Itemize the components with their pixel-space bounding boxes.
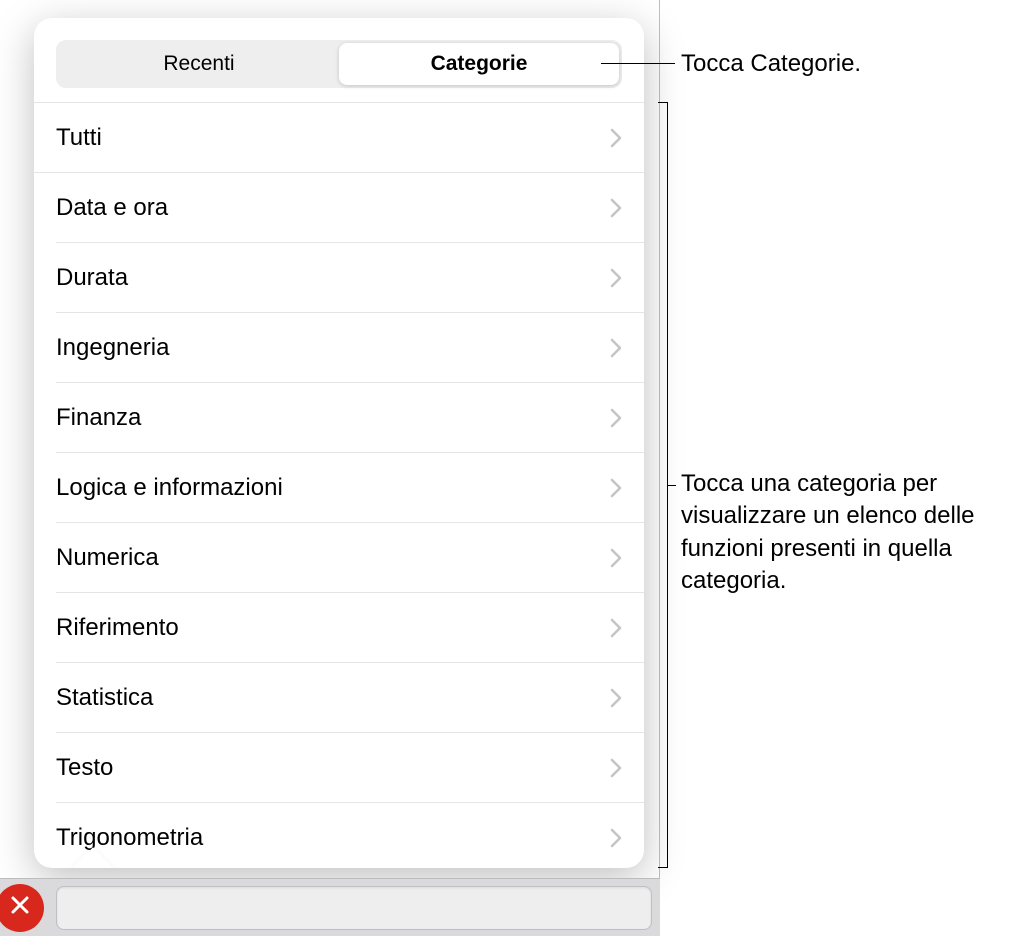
list-item[interactable]: Ingegneria [56,313,644,383]
tab-categories-label: Categorie [431,52,528,76]
app-window: Recenti Categorie Tutti Data e ora [0,0,660,936]
list-item-label: Logica e informazioni [56,474,283,502]
list-item[interactable]: Riferimento [56,593,644,663]
tab-categories[interactable]: Categorie [339,43,619,85]
chevron-right-icon [610,268,622,288]
chevron-right-icon [610,548,622,568]
list-item-label: Numerica [56,544,159,572]
list-item[interactable]: Statistica [56,663,644,733]
list-item[interactable]: Tutti [34,103,644,173]
list-item[interactable]: Data e ora [56,173,644,243]
chevron-right-icon [610,618,622,638]
formula-bar [0,878,660,936]
tab-recent-label: Recenti [163,52,234,76]
formula-input[interactable] [56,886,652,930]
chevron-right-icon [610,338,622,358]
callout-tap-category-list: Tocca una categoria per visualizzare un … [681,468,1001,598]
list-item[interactable]: Testo [56,733,644,803]
callout-tap-categories: Tocca Categorie. [681,48,861,80]
list-item-label: Riferimento [56,614,179,642]
close-icon [9,894,31,921]
list-item-label: Data e ora [56,194,168,222]
list-item-label: Trigonometria [56,824,203,852]
chevron-right-icon [610,478,622,498]
list-item[interactable]: Finanza [56,383,644,453]
functions-popover: Recenti Categorie Tutti Data e ora [34,18,644,868]
segmented-control-container: Recenti Categorie [34,18,644,102]
list-item[interactable]: Durata [56,243,644,313]
chevron-right-icon [610,758,622,778]
list-item-label: Ingegneria [56,334,169,362]
chevron-right-icon [610,408,622,428]
list-item-label: Durata [56,264,128,292]
callout-leader-line [601,63,675,64]
list-item[interactable]: Numerica [56,523,644,593]
chevron-right-icon [610,828,622,848]
callout-leader-line [668,485,676,486]
list-item-label: Statistica [56,684,153,712]
category-list: Tutti Data e ora Durata Ingegneria [34,102,644,868]
tab-recent[interactable]: Recenti [59,43,339,85]
list-item-label: Tutti [56,124,102,152]
cancel-button[interactable] [0,884,44,932]
list-item-label: Testo [56,754,113,782]
list-item-label: Finanza [56,404,141,432]
chevron-right-icon [610,198,622,218]
segmented-control[interactable]: Recenti Categorie [56,40,622,88]
callout-bracket [658,102,668,868]
list-item[interactable]: Logica e informazioni [56,453,644,523]
chevron-right-icon [610,688,622,708]
list-item[interactable]: Trigonometria [56,803,644,868]
chevron-right-icon [610,128,622,148]
